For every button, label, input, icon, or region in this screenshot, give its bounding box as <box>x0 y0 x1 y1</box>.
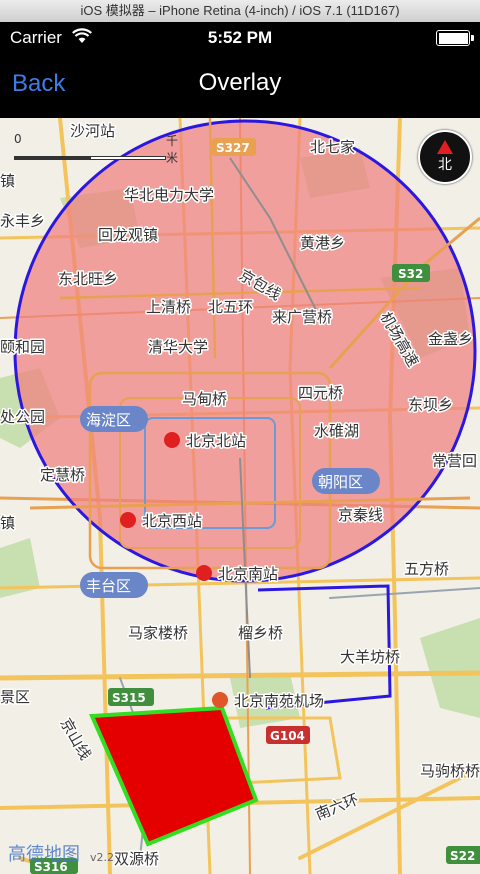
scale-zero-label: 0 <box>14 132 22 146</box>
label-qinghua: 清华大学 <box>148 338 208 356</box>
label-dayangfang: 大羊坊桥 <box>340 648 400 666</box>
label-dinghui: 定慧桥 <box>40 466 85 484</box>
label-beijingnanzhan: 北京南站 <box>218 565 278 583</box>
scale-line <box>14 156 166 160</box>
label-g104: G104 <box>270 729 305 743</box>
label-liuxiang: 榴乡桥 <box>238 624 283 642</box>
label-zhen1: 镇 <box>0 172 15 190</box>
label-beiwuhuan: 北五环 <box>208 298 253 316</box>
battery-icon <box>436 30 474 46</box>
simulator-title-bar: iOS 模拟器 – iPhone Retina (4-inch) / iOS 7… <box>0 0 480 23</box>
label-majuqiao: 马驹桥桥 <box>420 762 480 780</box>
compass-icon[interactable]: 北 <box>418 130 472 184</box>
label-yiheyuan: 颐和园 <box>0 338 45 356</box>
label-fengtai: 丰台区 <box>86 577 131 595</box>
label-beijingbeizhan: 北京北站 <box>186 432 246 450</box>
label-nanyuan: 北京南苑机场 <box>234 692 324 710</box>
label-laiguangying: 来广营桥 <box>272 308 332 326</box>
map-canvas[interactable]: 沙河站 S327 北七家 镇 华北电力大学 永丰乡 回龙观镇 黄港乡 京包线 东… <box>0 118 480 874</box>
label-wufang: 五方桥 <box>404 560 449 578</box>
label-madian: 马甸桥 <box>182 390 227 408</box>
label-dongbeiwang: 东北旺乡 <box>58 270 118 288</box>
label-shahezhan: 沙河站 <box>70 122 115 140</box>
label-s315: S315 <box>112 691 146 705</box>
label-siyuan: 四元桥 <box>298 384 343 402</box>
label-huilongguan: 回龙观镇 <box>98 226 158 244</box>
map-view[interactable]: 沙河站 S327 北七家 镇 华北电力大学 永丰乡 回龙观镇 黄港乡 京包线 东… <box>0 118 480 874</box>
label-s327: S327 <box>216 141 250 155</box>
label-shuangyuan: 双源桥 <box>114 850 159 868</box>
label-jingqin: 京秦线 <box>338 506 383 524</box>
label-changying: 常营回 <box>432 452 477 470</box>
label-dongba: 东坝乡 <box>408 396 453 414</box>
label-huabei: 华北电力大学 <box>124 186 214 204</box>
label-majialou: 马家楼桥 <box>128 624 188 642</box>
status-bar: Carrier 5:52 PM <box>0 22 480 56</box>
label-shuiduihu: 水碓湖 <box>314 422 359 440</box>
label-jinzhanxiang: 金盏乡 <box>428 330 473 348</box>
compass-label: 北 <box>438 157 452 173</box>
label-chaoyang: 朝阳区 <box>318 473 363 491</box>
nav-title: Overlay <box>198 69 282 96</box>
label-yongfeng: 永丰乡 <box>0 212 45 230</box>
label-beijingxizhan: 北京西站 <box>142 512 202 530</box>
label-s22: S22 <box>450 849 475 863</box>
label-beiqijia: 北七家 <box>310 138 355 156</box>
label-jingqu: 景区 <box>0 688 30 706</box>
navigation-bar: Back Overlay <box>0 56 480 118</box>
status-time: 5:52 PM <box>207 28 273 47</box>
label-shangqing: 上清桥 <box>146 298 191 316</box>
label-yunqiao: 处公园 <box>0 408 45 426</box>
map-version: v2.2 <box>90 851 115 864</box>
label-zhen2: 镇 <box>0 514 15 532</box>
label-s32: S32 <box>398 267 423 281</box>
label-huanggang: 黄港乡 <box>300 234 345 252</box>
map-logo: 高德地图 <box>8 844 80 865</box>
scale-unit-label: 千米 <box>166 134 179 165</box>
label-haidian: 海淀区 <box>86 411 131 429</box>
